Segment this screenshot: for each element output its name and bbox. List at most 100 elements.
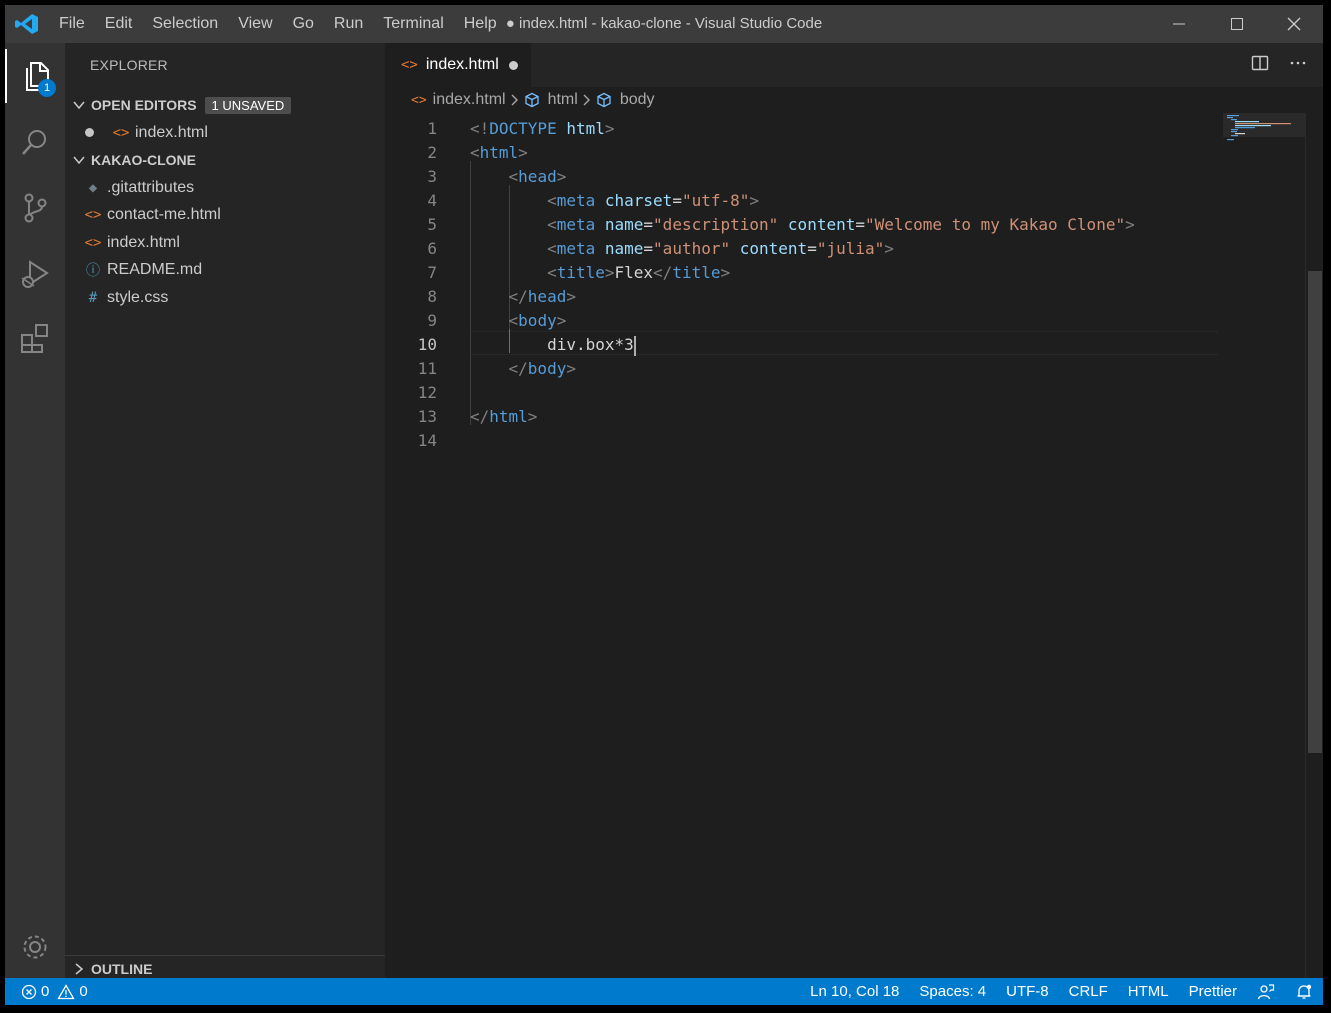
code-line: 6 <meta name="author" content="julia"> — [385, 237, 1305, 261]
menu-view[interactable]: View — [228, 5, 282, 43]
error-icon — [21, 984, 37, 999]
line-number: 13 — [417, 407, 437, 426]
line-number: 8 — [427, 287, 437, 306]
explorer-sidebar: EXPLORER OPEN EDITORS 1 UNSAVED <> index… — [65, 43, 385, 978]
explorer-activity-button[interactable]: 1 — [5, 49, 65, 103]
project-folder-header[interactable]: KAKAO-CLONE — [65, 147, 385, 173]
html-file-icon: <> — [84, 206, 102, 223]
problems-indicator[interactable]: 0 0 — [21, 978, 88, 1005]
minimize-button[interactable] — [1150, 5, 1208, 43]
file-name: README.md — [107, 260, 203, 278]
run-debug-icon — [21, 260, 49, 288]
open-editor-filename: index.html — [135, 123, 208, 141]
file-name: style.css — [107, 288, 169, 306]
unsaved-badge: 1 UNSAVED — [204, 96, 292, 114]
menu-go[interactable]: Go — [283, 5, 324, 43]
code-line: 9 <body> — [385, 309, 1305, 333]
manage-activity-button[interactable] — [5, 920, 65, 974]
html-file-icon: <> — [112, 124, 130, 141]
code-line: 3 <head> — [385, 165, 1305, 189]
minimap[interactable] — [1223, 113, 1305, 153]
code-line: 13 </html> — [385, 405, 1305, 429]
chevron-down-icon — [67, 99, 91, 111]
explorer-badge: 1 — [38, 79, 56, 97]
file-name: .gitattributes — [107, 178, 195, 196]
code-line: 2 <html> — [385, 141, 1305, 165]
code-line: 12 — [385, 381, 1305, 405]
menu-bar: File Edit Selection View Go Run Terminal… — [49, 5, 507, 43]
indentation[interactable]: Spaces: 4 — [909, 978, 996, 1005]
menu-run[interactable]: Run — [324, 5, 373, 43]
title-bar: File Edit Selection View Go Run Terminal… — [5, 5, 1323, 43]
html-file-icon: <> — [84, 234, 102, 251]
git-file-icon: ◆ — [88, 179, 98, 196]
open-editor-item[interactable]: <> index.html — [65, 119, 385, 146]
code-line-current: 10 div.box*3 — [385, 333, 1305, 357]
code-line: 7 <title>Flex</title> — [385, 261, 1305, 285]
code-line: 1 <!DOCTYPE html> — [385, 117, 1305, 141]
source-control-activity-button[interactable] — [5, 181, 65, 235]
extensions-activity-button[interactable] — [5, 311, 65, 365]
breadcrumb: <> index.html html body — [385, 87, 1323, 113]
run-debug-activity-button[interactable] — [5, 247, 65, 301]
status-bar: 0 0 Ln 10, Col 18 Spaces: 4 UTF-8 CRLF H… — [5, 978, 1323, 1005]
code-editor[interactable]: 1 <!DOCTYPE html> 2 <html> 3 <head> 4 <met… — [385, 113, 1305, 978]
encoding[interactable]: UTF-8 — [996, 978, 1059, 1005]
chevron-right-icon — [582, 94, 592, 106]
more-actions-button[interactable] — [1289, 54, 1307, 77]
vscode-window: File Edit Selection View Go Run Terminal… — [5, 5, 1323, 1005]
ellipsis-icon — [1290, 61, 1306, 64]
open-editors-header[interactable]: OPEN EDITORS 1 UNSAVED — [65, 92, 385, 118]
file-item-contact-me[interactable]: <> contact-me.html — [65, 201, 385, 228]
file-item-style[interactable]: # style.css — [65, 284, 385, 311]
close-window-button[interactable] — [1265, 5, 1323, 43]
chevron-down-icon — [67, 154, 91, 166]
warning-icon — [57, 983, 75, 999]
project-folder-label: KAKAO-CLONE — [91, 152, 196, 168]
file-item-readme[interactable]: ⓘ README.md — [65, 256, 385, 283]
breadcrumb-html[interactable]: html — [548, 91, 578, 109]
breadcrumb-body[interactable]: body — [620, 91, 655, 109]
activity-bar: 1 — [5, 43, 65, 978]
split-editor-button[interactable] — [1251, 54, 1269, 77]
end-of-line[interactable]: CRLF — [1059, 978, 1118, 1005]
file-item-index[interactable]: <> index.html — [65, 229, 385, 256]
unsaved-dot-icon[interactable] — [508, 60, 518, 70]
line-number: 7 — [427, 263, 437, 282]
formatter[interactable]: Prettier — [1179, 978, 1247, 1005]
code-line: 14 — [385, 429, 1305, 453]
search-icon — [22, 130, 46, 155]
file-name: index.html — [107, 233, 180, 251]
line-number: 2 — [427, 143, 437, 162]
line-number: 9 — [427, 311, 437, 330]
file-name: contact-me.html — [107, 205, 221, 223]
tab-index-html[interactable]: <> index.html — [385, 43, 531, 87]
menu-selection[interactable]: Selection — [142, 5, 228, 43]
menu-terminal[interactable]: Terminal — [373, 5, 453, 43]
code-line: 11 </body> — [385, 357, 1305, 381]
vscode-logo-icon — [15, 13, 39, 35]
html-file-icon: <> — [401, 57, 418, 73]
menu-file[interactable]: File — [49, 5, 95, 43]
menu-help[interactable]: Help — [454, 5, 507, 43]
vertical-scrollbar[interactable] — [1305, 113, 1323, 978]
feedback-button[interactable] — [1247, 983, 1285, 1001]
notifications-button[interactable] — [1285, 983, 1323, 1001]
maximize-button[interactable] — [1208, 5, 1266, 43]
scrollbar-thumb[interactable] — [1308, 271, 1322, 753]
editor-actions — [1251, 43, 1307, 87]
file-item-gitattributes[interactable]: ◆ .gitattributes — [65, 174, 385, 201]
css-file-icon: # — [88, 289, 98, 306]
modified-dot-icon[interactable] — [85, 128, 111, 137]
cursor-position[interactable]: Ln 10, Col 18 — [800, 978, 909, 1005]
sidebar-title: EXPLORER — [90, 57, 168, 73]
code-line: 8 </head> — [385, 285, 1305, 309]
search-activity-button[interactable] — [5, 115, 65, 169]
chevron-right-icon — [67, 963, 91, 975]
breadcrumb-file[interactable]: index.html — [433, 91, 506, 109]
bell-icon — [1297, 984, 1312, 999]
menu-edit[interactable]: Edit — [95, 5, 143, 43]
warning-count: 0 — [79, 983, 88, 1000]
language-mode[interactable]: HTML — [1118, 978, 1179, 1005]
line-number: 14 — [417, 431, 437, 450]
